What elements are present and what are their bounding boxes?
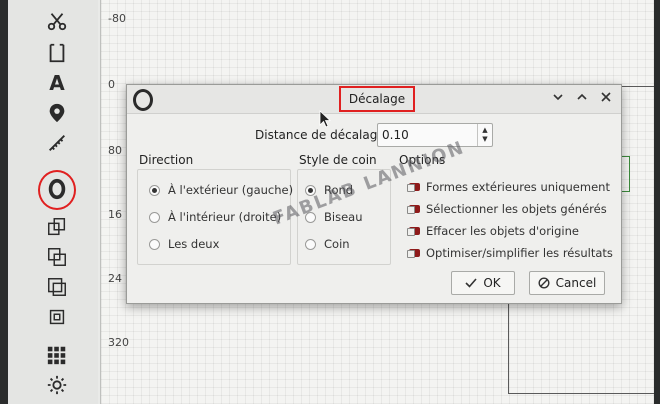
spin-up-icon[interactable]: ▲ [482, 126, 487, 135]
cancel-button[interactable]: Cancel [529, 271, 605, 295]
ruler-label: 24 [108, 272, 122, 285]
close-icon[interactable] [599, 91, 613, 105]
toggle-checkbox[interactable] [407, 205, 420, 214]
option-checkbox-row[interactable]: Formes extérieures uniquement [407, 180, 610, 194]
settings-gear-icon[interactable] [44, 372, 70, 398]
mouse-cursor-icon [319, 110, 331, 128]
grid-tool-icon[interactable] [44, 342, 70, 368]
option-checkbox-row[interactable]: Effacer les objets d'origine [407, 224, 579, 238]
radio-label: Les deux [168, 237, 220, 251]
text-tool-icon[interactable]: A [44, 70, 70, 96]
spin-down-icon[interactable]: ▼ [482, 135, 487, 144]
radio-button[interactable] [149, 211, 160, 223]
offset-dialog: Décalage Distance de décalage ▲ ▼ Direct… [126, 84, 622, 304]
option-label: Optimiser/simplifier les résultats [426, 246, 613, 260]
option-checkbox-row[interactable]: Optimiser/simplifier les résultats [407, 246, 613, 260]
dialog-title: Décalage [339, 86, 415, 112]
ok-button[interactable]: OK [451, 271, 515, 295]
radio-label: À l'intérieur (droite) [168, 210, 282, 224]
direction-option[interactable]: Les deux [149, 237, 219, 251]
option-label: Effacer les objets d'origine [426, 224, 579, 238]
check-icon [465, 278, 477, 288]
dialog-titlebar[interactable]: Décalage [127, 85, 621, 114]
distance-label: Distance de décalage [255, 128, 385, 142]
toggle-checkbox[interactable] [407, 183, 420, 192]
union-tool-icon[interactable] [44, 214, 70, 240]
spin-arrows[interactable]: ▲ ▼ [477, 124, 492, 146]
offset-tool-highlight [38, 170, 76, 210]
distance-spinbox[interactable]: ▲ ▼ [377, 123, 493, 147]
ok-label: OK [483, 276, 501, 290]
corner-group-title: Style de coin [299, 153, 377, 167]
minimize-icon[interactable] [551, 91, 565, 105]
difference-tool-icon[interactable] [44, 244, 70, 270]
ruler-label: 80 [108, 144, 122, 157]
radio-button[interactable] [149, 238, 160, 250]
maximize-icon[interactable] [575, 91, 589, 105]
direction-option[interactable]: À l'intérieur (droite) [149, 210, 281, 224]
direction-group-title: Direction [139, 153, 194, 167]
toggle-checkbox[interactable] [407, 249, 420, 258]
radio-label: À l'extérieur (gauche) [168, 183, 294, 197]
tool-strip: A [8, 0, 98, 404]
option-checkbox-row[interactable]: Sélectionner les objets générés [407, 202, 607, 216]
direction-option[interactable]: À l'extérieur (gauche) [149, 183, 293, 197]
ruler-label: 16 [108, 208, 122, 221]
cut-tool-icon[interactable] [44, 8, 70, 34]
location-pin-tool-icon[interactable] [44, 100, 70, 126]
xor-tool-icon[interactable] [44, 304, 70, 330]
cancel-label: Cancel [555, 276, 597, 290]
app-icon [133, 89, 153, 111]
ruler-label: 320 [108, 336, 129, 349]
option-label: Sélectionner les objets générés [426, 202, 607, 216]
toggle-checkbox[interactable] [407, 227, 420, 236]
measure-tool-icon[interactable] [44, 130, 70, 156]
corner-option[interactable]: Coin [305, 237, 350, 251]
radio-button[interactable] [149, 184, 160, 196]
ruler-label: 0 [108, 78, 115, 91]
intersection-tool-icon[interactable] [44, 274, 70, 300]
option-label: Formes extérieures uniquement [426, 180, 610, 194]
radio-label: Coin [324, 237, 350, 251]
radio-button[interactable] [305, 238, 316, 250]
cancel-icon [538, 277, 550, 289]
screen: A -80 0 80 16 24 320 Décalage Distance d… [8, 0, 654, 404]
ruler-label: -80 [108, 12, 126, 25]
rectangle-select-tool-icon[interactable] [44, 40, 70, 66]
radio-label: Biseau [324, 210, 363, 224]
